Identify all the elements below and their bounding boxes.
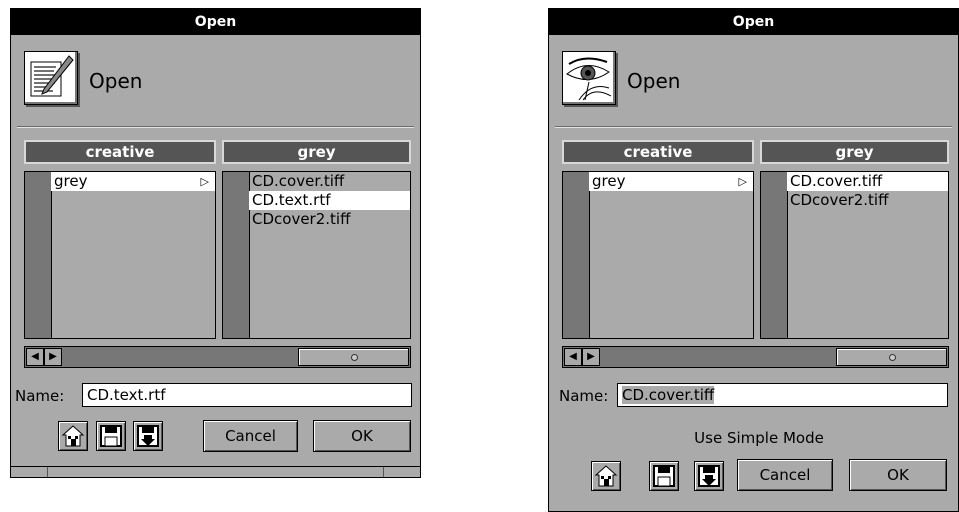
- disk-icon: [100, 425, 122, 447]
- cancel-button[interactable]: Cancel: [737, 459, 833, 491]
- browser-column-creative[interactable]: grey ▷: [24, 171, 216, 339]
- column-header-creative: creative: [562, 140, 754, 164]
- window-title[interactable]: Open: [11, 9, 420, 35]
- edit-document-icon: [24, 51, 78, 105]
- disk-button[interactable]: [649, 461, 679, 491]
- list-item[interactable]: CDcover2.tiff: [787, 191, 948, 210]
- resize-bar[interactable]: [11, 466, 420, 477]
- scroll-knob[interactable]: [836, 348, 947, 366]
- resize-notch: [47, 467, 48, 477]
- scroll-right-button[interactable]: ▶: [582, 348, 600, 366]
- name-field[interactable]: CD.cover.tiff: [617, 383, 948, 407]
- list-item[interactable]: grey ▷: [589, 172, 753, 191]
- list-item[interactable]: CDcover2.tiff: [249, 210, 410, 229]
- open-panel-right: Open Open creative grey grey ▷ CD.cover.…: [548, 8, 959, 512]
- knob-dimple-icon: [350, 354, 358, 361]
- ok-button[interactable]: OK: [849, 459, 947, 491]
- window-title[interactable]: Open: [549, 9, 958, 35]
- column-header-grey: grey: [222, 140, 411, 164]
- column-scroller[interactable]: [25, 172, 52, 338]
- disk-arrow-button[interactable]: [133, 421, 163, 451]
- home-button[interactable]: [591, 461, 621, 491]
- panel-heading: Open: [627, 69, 681, 93]
- list-item[interactable]: CD.cover.tiff: [787, 172, 948, 191]
- name-value: CD.cover.tiff: [622, 386, 715, 404]
- open-panel-left: Open Open creative grey grey ▷ CD.cover.…: [10, 8, 421, 478]
- column-header-grey: grey: [760, 140, 949, 164]
- branch-arrow-icon: ▷: [738, 175, 747, 188]
- branch-arrow-icon: ▷: [200, 175, 209, 188]
- browser-column-grey[interactable]: CD.cover.tiff CD.text.rtf CDcover2.tiff: [222, 171, 411, 339]
- horizontal-scrollbar[interactable]: ◀ ▶: [562, 346, 949, 368]
- scroll-left-button[interactable]: ◀: [26, 348, 44, 366]
- ok-button[interactable]: OK: [313, 420, 411, 452]
- column-scroller[interactable]: [563, 172, 590, 338]
- list-item[interactable]: grey ▷: [51, 172, 215, 191]
- home-icon: [594, 465, 618, 487]
- divider: [17, 126, 414, 128]
- browser-column-creative[interactable]: grey ▷: [562, 171, 754, 339]
- column-scroller[interactable]: [223, 172, 250, 338]
- name-field[interactable]: CD.text.rtf: [82, 383, 412, 407]
- panel-heading: Open: [89, 69, 143, 93]
- horizontal-scrollbar[interactable]: ◀ ▶: [24, 346, 411, 368]
- column-scroller[interactable]: [761, 172, 788, 338]
- disk-button[interactable]: [96, 421, 126, 451]
- disk-arrow-button[interactable]: [694, 461, 724, 491]
- home-icon: [61, 425, 85, 447]
- use-simple-mode-link[interactable]: Use Simple Mode: [669, 429, 849, 447]
- list-item[interactable]: CD.text.rtf: [249, 191, 410, 210]
- list-item[interactable]: CD.cover.tiff: [249, 172, 410, 191]
- name-label: Name:: [15, 387, 65, 405]
- column-header-creative: creative: [24, 140, 216, 164]
- divider: [555, 126, 952, 128]
- home-button[interactable]: [58, 421, 88, 451]
- disk-arrow-icon: [698, 465, 720, 487]
- name-label: Name:: [559, 387, 609, 405]
- item-label: grey: [592, 172, 626, 190]
- item-label: grey: [54, 172, 88, 190]
- name-value: CD.text.rtf: [87, 386, 166, 404]
- disk-icon: [653, 465, 675, 487]
- eye-drawing-icon: [562, 51, 616, 105]
- scroll-knob[interactable]: [298, 348, 409, 366]
- cancel-button[interactable]: Cancel: [203, 420, 298, 452]
- browser-column-grey[interactable]: CD.cover.tiff CDcover2.tiff: [760, 171, 949, 339]
- disk-arrow-icon: [137, 425, 159, 447]
- resize-notch: [383, 467, 384, 477]
- knob-dimple-icon: [888, 354, 896, 361]
- scroll-right-button[interactable]: ▶: [44, 348, 62, 366]
- scroll-left-button[interactable]: ◀: [564, 348, 582, 366]
